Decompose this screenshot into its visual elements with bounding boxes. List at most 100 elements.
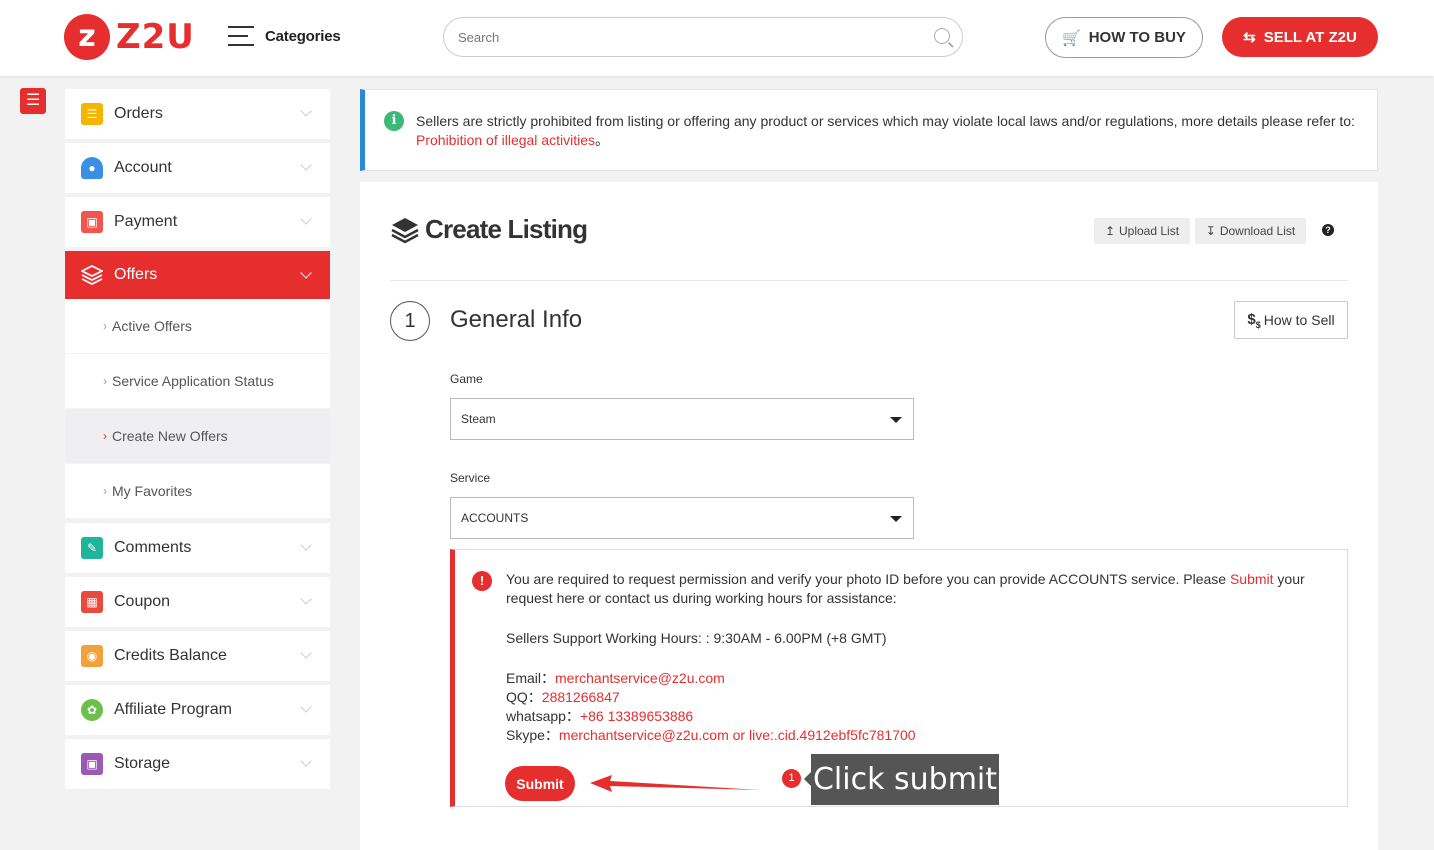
how-to-buy-label: HOW TO BUY bbox=[1088, 29, 1186, 46]
chevron-down-icon bbox=[300, 701, 312, 713]
sidebar-item-offers[interactable]: Offers bbox=[65, 251, 330, 299]
subitem-label: Active Offers bbox=[112, 318, 192, 334]
categories-menu[interactable]: Categories bbox=[228, 26, 341, 46]
credits-icon: ◉ bbox=[81, 645, 103, 667]
qq-link[interactable]: 2881266847 bbox=[542, 689, 620, 705]
sidebar-item-label: Payment bbox=[114, 213, 178, 230]
chevron-down-icon bbox=[300, 213, 312, 225]
qq-line: QQ：2881266847 bbox=[506, 689, 620, 705]
email-line: Email：merchantservice@z2u.com bbox=[506, 670, 725, 686]
caret-down-icon bbox=[890, 417, 902, 423]
search-input[interactable] bbox=[458, 27, 918, 47]
submit-button[interactable]: Submit bbox=[505, 766, 575, 801]
sidebar-subitem-create-new-offers[interactable]: › Create New Offers bbox=[65, 409, 330, 464]
chevron-right-icon: › bbox=[103, 484, 107, 498]
sidebar-item-orders[interactable]: ☰ Orders bbox=[65, 89, 330, 139]
prohibition-link[interactable]: Prohibition of illegal activities bbox=[416, 132, 595, 148]
game-select[interactable]: Steam bbox=[450, 398, 914, 440]
affiliate-icon: ✿ bbox=[81, 699, 103, 721]
page-title-text: Create Listing bbox=[425, 214, 588, 244]
storage-icon: ▣ bbox=[81, 753, 103, 775]
working-hours: Sellers Support Working Hours: : 9:30AM … bbox=[506, 630, 887, 646]
instruction-tooltip: Click submit bbox=[804, 754, 999, 805]
sidebar-subitem-active-offers[interactable]: › Active Offers bbox=[65, 299, 330, 354]
chevron-down-icon bbox=[300, 159, 312, 171]
whatsapp-line: whatsapp：+86 13389653886 bbox=[506, 708, 694, 724]
sidebar-item-account[interactable]: ● Account bbox=[65, 143, 330, 193]
sidebar-subitem-service-application-status[interactable]: › Service Application Status bbox=[65, 354, 330, 409]
menu-collapse-icon[interactable]: ☰ bbox=[20, 88, 46, 114]
logo-text: Z2U bbox=[116, 17, 195, 57]
alert-body: You are required to request permission a… bbox=[506, 570, 1336, 745]
how-to-sell-button[interactable]: $$ How to Sell bbox=[1234, 301, 1348, 339]
step-number: 1 bbox=[390, 301, 430, 341]
search-box bbox=[443, 17, 963, 57]
notice-end: 。 bbox=[594, 132, 609, 148]
chevron-down-icon bbox=[300, 593, 312, 605]
section-title: General Info bbox=[450, 306, 583, 333]
caret-down-icon bbox=[890, 516, 902, 522]
search-icon[interactable] bbox=[934, 28, 950, 44]
game-label: Game bbox=[450, 372, 483, 386]
categories-label: Categories bbox=[265, 27, 341, 45]
pointer-arrow bbox=[590, 775, 760, 792]
chevron-down-icon bbox=[300, 647, 312, 659]
cart-icon: 🛒 bbox=[1062, 29, 1081, 47]
alert-icon: ! bbox=[472, 571, 492, 591]
hamburger-icon bbox=[228, 26, 254, 46]
notice-body: Sellers are strictly prohibited from lis… bbox=[416, 113, 1355, 129]
logo[interactable]: z Z2U bbox=[64, 14, 195, 60]
offers-icon bbox=[81, 264, 103, 286]
upload-label: Upload List bbox=[1119, 224, 1180, 238]
prohibition-notice: i Sellers are strictly prohibited from l… bbox=[360, 89, 1378, 171]
whatsapp-link[interactable]: +86 13389653886 bbox=[580, 708, 693, 724]
sell-label: SELL AT Z2U bbox=[1263, 28, 1357, 46]
submit-link[interactable]: Submit bbox=[1230, 571, 1274, 587]
offers-submenu: › Active Offers › Service Application St… bbox=[65, 299, 330, 519]
sell-at-z2u-button[interactable]: ⇆ SELL AT Z2U bbox=[1222, 17, 1378, 57]
chevron-down-icon bbox=[300, 539, 312, 551]
payment-icon: ▣ bbox=[81, 211, 103, 233]
upload-icon: ↥ bbox=[1104, 224, 1115, 238]
sidebar-item-storage[interactable]: ▣ Storage bbox=[65, 739, 330, 789]
page-title: Create Listing bbox=[390, 214, 588, 245]
info-icon: i bbox=[384, 111, 404, 131]
skype-link[interactable]: merchantservice@z2u.com or live:.cid.491… bbox=[559, 727, 916, 743]
sidebar-item-affiliate-program[interactable]: ✿ Affiliate Program bbox=[65, 685, 330, 735]
dollar-icon: $$ bbox=[1247, 310, 1261, 330]
sidebar-item-label: Credits Balance bbox=[114, 647, 227, 664]
exchange-icon: ⇆ bbox=[1243, 29, 1256, 46]
orders-icon: ☰ bbox=[81, 103, 103, 125]
notice-text: Sellers are strictly prohibited from lis… bbox=[416, 112, 1366, 150]
service-label: Service bbox=[450, 471, 491, 485]
chevron-right-icon: › bbox=[103, 374, 107, 388]
chevron-down-icon bbox=[300, 267, 312, 279]
game-value: Steam bbox=[461, 412, 496, 426]
subitem-label: Create New Offers bbox=[112, 428, 228, 444]
upload-list-button[interactable]: ↥ Upload List bbox=[1094, 218, 1190, 244]
download-list-button[interactable]: ↧ Download List bbox=[1195, 218, 1306, 244]
alert-message: You are required to request permission a… bbox=[506, 571, 1305, 606]
service-select[interactable]: ACCOUNTS bbox=[450, 497, 914, 539]
sidebar-item-label: Account bbox=[114, 159, 172, 176]
download-label: Download List bbox=[1219, 224, 1296, 238]
sidebar-item-label: Offers bbox=[114, 266, 158, 283]
sidebar-item-coupon[interactable]: ▦ Coupon bbox=[65, 577, 330, 627]
create-listing-panel: Create Listing ↥ Upload List ↧ Download … bbox=[360, 182, 1378, 850]
sidebar-subitem-my-favorites[interactable]: › My Favorites bbox=[65, 464, 330, 519]
how-to-buy-button[interactable]: 🛒 HOW TO BUY bbox=[1045, 17, 1203, 58]
sidebar-item-payment[interactable]: ▣ Payment bbox=[65, 197, 330, 247]
layers-icon bbox=[391, 217, 419, 243]
chevron-right-icon: › bbox=[103, 429, 107, 443]
service-value: ACCOUNTS bbox=[461, 511, 529, 525]
sidebar-item-credits-balance[interactable]: ◉ Credits Balance bbox=[65, 631, 330, 681]
account-icon: ● bbox=[81, 157, 103, 179]
top-header: z Z2U Categories 🛒 HOW TO BUY ⇆ SELL AT … bbox=[0, 0, 1434, 76]
sidebar-item-label: Comments bbox=[114, 539, 192, 556]
email-link[interactable]: merchantservice@z2u.com bbox=[555, 670, 725, 686]
sidebar-item-comments[interactable]: ✎ Comments bbox=[65, 523, 330, 573]
help-icon[interactable]: ? bbox=[1322, 224, 1334, 236]
sidebar-item-label: Affiliate Program bbox=[114, 701, 232, 718]
sidebar: ☰ Orders ● Account ▣ Payment Offers › Ac… bbox=[65, 89, 330, 793]
sidebar-item-label: Storage bbox=[114, 755, 171, 772]
